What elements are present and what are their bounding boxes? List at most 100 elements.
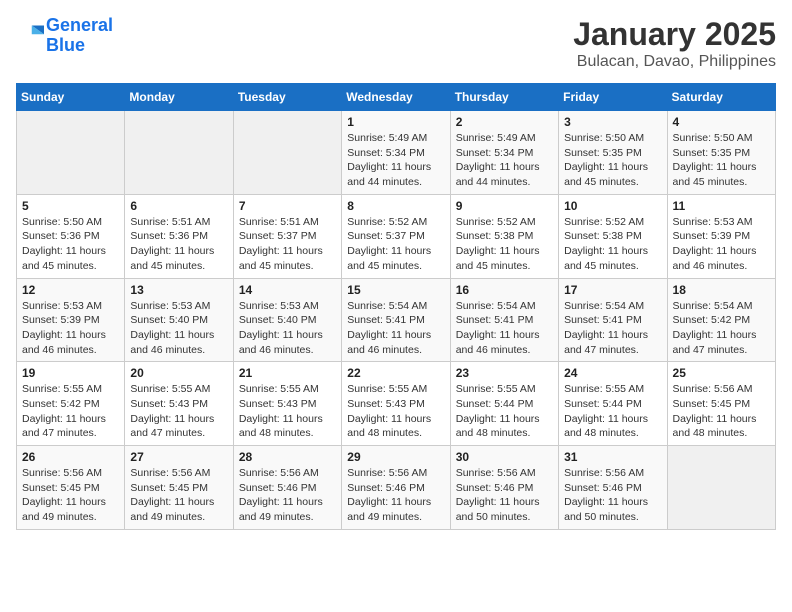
weekday-header-thursday: Thursday	[450, 84, 558, 111]
calendar-cell	[125, 111, 233, 195]
day-number: 20	[130, 366, 227, 380]
day-detail: Sunrise: 5:50 AM Sunset: 5:36 PM Dayligh…	[22, 215, 119, 274]
calendar-cell: 17 Sunrise: 5:54 AM Sunset: 5:41 PM Dayli…	[559, 278, 667, 362]
weekday-header-row: SundayMondayTuesdayWednesdayThursdayFrid…	[17, 84, 776, 111]
calendar-cell: 13 Sunrise: 5:53 AM Sunset: 5:40 PM Dayli…	[125, 278, 233, 362]
day-number: 24	[564, 366, 661, 380]
calendar-cell: 26Sunrise: 5:56 AM Sunset: 5:45 PM Dayli…	[17, 446, 125, 530]
day-detail: Sunrise: 5:54 AM Sunset: 5:41 PM Dayligh…	[564, 299, 661, 358]
calendar-cell: 25Sunrise: 5:56 AM Sunset: 5:45 PM Dayli…	[667, 362, 775, 446]
title-block: January 2025 Bulacan, Davao, Philippines	[573, 16, 776, 71]
calendar-week-5: 26Sunrise: 5:56 AM Sunset: 5:45 PM Dayli…	[17, 446, 776, 530]
calendar-cell: 15Sunrise: 5:54 AM Sunset: 5:41 PM Dayli…	[342, 278, 450, 362]
page-title: January 2025	[573, 16, 776, 53]
day-detail: Sunrise: 5:53 AM Sunset: 5:40 PM Dayligh…	[130, 299, 227, 358]
calendar-cell: 27 Sunrise: 5:56 AM Sunset: 5:45 PM Dayli…	[125, 446, 233, 530]
calendar-week-4: 19Sunrise: 5:55 AM Sunset: 5:42 PM Dayli…	[17, 362, 776, 446]
day-number: 30	[456, 450, 553, 464]
calendar-cell: 8Sunrise: 5:52 AM Sunset: 5:37 PM Daylig…	[342, 194, 450, 278]
day-number: 6	[130, 199, 227, 213]
day-detail: Sunrise: 5:56 AM Sunset: 5:46 PM Dayligh…	[564, 466, 661, 525]
calendar-cell: 11 Sunrise: 5:53 AM Sunset: 5:39 PM Dayli…	[667, 194, 775, 278]
day-number: 10	[564, 199, 661, 213]
day-number: 8	[347, 199, 444, 213]
weekday-header-friday: Friday	[559, 84, 667, 111]
calendar-cell: 21 Sunrise: 5:55 AM Sunset: 5:43 PM Dayli…	[233, 362, 341, 446]
weekday-header-wednesday: Wednesday	[342, 84, 450, 111]
calendar-cell: 19Sunrise: 5:55 AM Sunset: 5:42 PM Dayli…	[17, 362, 125, 446]
day-number: 18	[673, 283, 770, 297]
day-number: 11	[673, 199, 770, 213]
calendar-cell: 30Sunrise: 5:56 AM Sunset: 5:46 PM Dayli…	[450, 446, 558, 530]
day-number: 14	[239, 283, 336, 297]
day-detail: Sunrise: 5:56 AM Sunset: 5:45 PM Dayligh…	[130, 466, 227, 525]
day-detail: Sunrise: 5:55 AM Sunset: 5:43 PM Dayligh…	[347, 382, 444, 441]
calendar-week-2: 5 Sunrise: 5:50 AM Sunset: 5:36 PM Daylig…	[17, 194, 776, 278]
day-detail: Sunrise: 5:55 AM Sunset: 5:44 PM Dayligh…	[456, 382, 553, 441]
calendar-cell: 23 Sunrise: 5:55 AM Sunset: 5:44 PM Dayli…	[450, 362, 558, 446]
calendar-cell: 12Sunrise: 5:53 AM Sunset: 5:39 PM Dayli…	[17, 278, 125, 362]
calendar-cell: 31 Sunrise: 5:56 AM Sunset: 5:46 PM Dayli…	[559, 446, 667, 530]
day-detail: Sunrise: 5:53 AM Sunset: 5:39 PM Dayligh…	[673, 215, 770, 274]
calendar-cell	[17, 111, 125, 195]
day-number: 16	[456, 283, 553, 297]
day-number: 1	[347, 115, 444, 129]
calendar-cell: 2 Sunrise: 5:49 AM Sunset: 5:34 PM Daylig…	[450, 111, 558, 195]
day-number: 7	[239, 199, 336, 213]
day-detail: Sunrise: 5:55 AM Sunset: 5:43 PM Dayligh…	[239, 382, 336, 441]
calendar-cell: 10 Sunrise: 5:52 AM Sunset: 5:38 PM Dayli…	[559, 194, 667, 278]
calendar-cell: 24 Sunrise: 5:55 AM Sunset: 5:44 PM Dayli…	[559, 362, 667, 446]
calendar-cell: 7 Sunrise: 5:51 AM Sunset: 5:37 PM Daylig…	[233, 194, 341, 278]
page-header: General Blue January 2025 Bulacan, Davao…	[16, 16, 776, 71]
day-detail: Sunrise: 5:51 AM Sunset: 5:36 PM Dayligh…	[130, 215, 227, 274]
day-detail: Sunrise: 5:56 AM Sunset: 5:45 PM Dayligh…	[22, 466, 119, 525]
calendar-cell: 5 Sunrise: 5:50 AM Sunset: 5:36 PM Daylig…	[17, 194, 125, 278]
logo-line2: Blue	[46, 35, 85, 55]
day-detail: Sunrise: 5:55 AM Sunset: 5:44 PM Dayligh…	[564, 382, 661, 441]
day-number: 25	[673, 366, 770, 380]
weekday-header-sunday: Sunday	[17, 84, 125, 111]
calendar-cell: 28Sunrise: 5:56 AM Sunset: 5:46 PM Dayli…	[233, 446, 341, 530]
calendar-cell	[667, 446, 775, 530]
calendar-cell: 6 Sunrise: 5:51 AM Sunset: 5:36 PM Daylig…	[125, 194, 233, 278]
day-number: 5	[22, 199, 119, 213]
calendar-cell: 18Sunrise: 5:54 AM Sunset: 5:42 PM Dayli…	[667, 278, 775, 362]
calendar-cell: 3 Sunrise: 5:50 AM Sunset: 5:35 PM Daylig…	[559, 111, 667, 195]
calendar-cell	[233, 111, 341, 195]
day-detail: Sunrise: 5:49 AM Sunset: 5:34 PM Dayligh…	[456, 131, 553, 190]
day-number: 17	[564, 283, 661, 297]
day-number: 21	[239, 366, 336, 380]
day-number: 27	[130, 450, 227, 464]
day-number: 29	[347, 450, 444, 464]
logo: General Blue	[16, 16, 113, 56]
day-detail: Sunrise: 5:52 AM Sunset: 5:38 PM Dayligh…	[456, 215, 553, 274]
day-detail: Sunrise: 5:50 AM Sunset: 5:35 PM Dayligh…	[673, 131, 770, 190]
calendar-cell: 16 Sunrise: 5:54 AM Sunset: 5:41 PM Dayli…	[450, 278, 558, 362]
calendar-table: SundayMondayTuesdayWednesdayThursdayFrid…	[16, 83, 776, 530]
day-detail: Sunrise: 5:53 AM Sunset: 5:40 PM Dayligh…	[239, 299, 336, 358]
calendar-cell: 14 Sunrise: 5:53 AM Sunset: 5:40 PM Dayli…	[233, 278, 341, 362]
day-number: 4	[673, 115, 770, 129]
day-detail: Sunrise: 5:54 AM Sunset: 5:41 PM Dayligh…	[456, 299, 553, 358]
day-number: 13	[130, 283, 227, 297]
day-detail: Sunrise: 5:51 AM Sunset: 5:37 PM Dayligh…	[239, 215, 336, 274]
day-detail: Sunrise: 5:56 AM Sunset: 5:46 PM Dayligh…	[347, 466, 444, 525]
page-subtitle: Bulacan, Davao, Philippines	[573, 53, 776, 71]
day-detail: Sunrise: 5:49 AM Sunset: 5:34 PM Dayligh…	[347, 131, 444, 190]
day-detail: Sunrise: 5:56 AM Sunset: 5:46 PM Dayligh…	[239, 466, 336, 525]
day-number: 31	[564, 450, 661, 464]
day-number: 3	[564, 115, 661, 129]
calendar-week-1: 1 Sunrise: 5:49 AM Sunset: 5:34 PM Daylig…	[17, 111, 776, 195]
day-number: 23	[456, 366, 553, 380]
calendar-cell: 20 Sunrise: 5:55 AM Sunset: 5:43 PM Dayli…	[125, 362, 233, 446]
day-number: 9	[456, 199, 553, 213]
day-number: 2	[456, 115, 553, 129]
logo-line1: General	[46, 15, 113, 35]
day-detail: Sunrise: 5:52 AM Sunset: 5:38 PM Dayligh…	[564, 215, 661, 274]
weekday-header-tuesday: Tuesday	[233, 84, 341, 111]
day-detail: Sunrise: 5:50 AM Sunset: 5:35 PM Dayligh…	[564, 131, 661, 190]
day-number: 22	[347, 366, 444, 380]
weekday-header-saturday: Saturday	[667, 84, 775, 111]
calendar-week-3: 12Sunrise: 5:53 AM Sunset: 5:39 PM Dayli…	[17, 278, 776, 362]
day-detail: Sunrise: 5:55 AM Sunset: 5:43 PM Dayligh…	[130, 382, 227, 441]
